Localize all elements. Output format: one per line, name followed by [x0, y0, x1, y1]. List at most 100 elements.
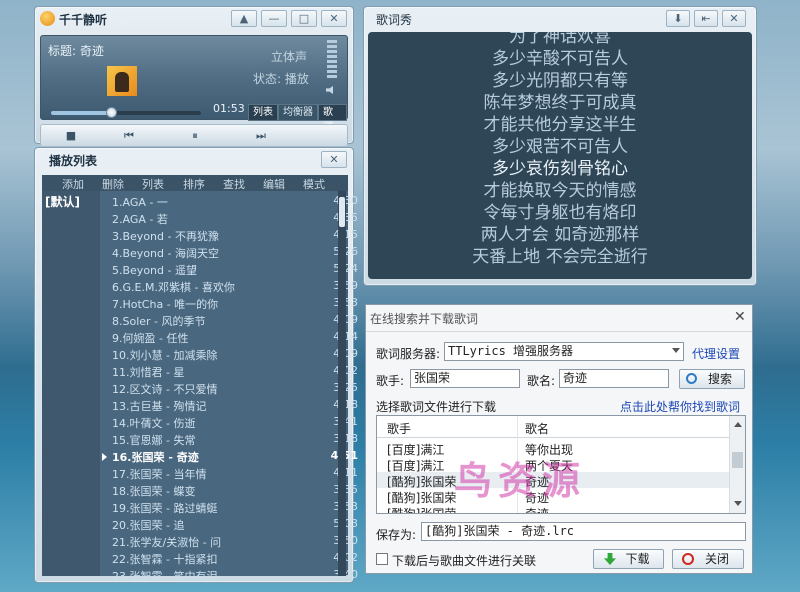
delete-button[interactable]: 删除	[102, 176, 124, 192]
mode-button[interactable]: 模式	[303, 176, 325, 192]
download-button[interactable]: 下载	[593, 549, 664, 569]
pause-button[interactable]: ⏸	[175, 128, 215, 143]
track-name: 7.HotCha - 唯一的你	[112, 298, 219, 311]
save-as-input[interactable]: [酷狗]张国荣 - 奇迹.lrc	[421, 522, 746, 541]
playlist-row[interactable]: 12.区文诗 - 不只爱情3:25	[104, 380, 358, 397]
lyrics-search-dialog: 在线搜索并下载歌词 ✕ 歌词服务器: TTLyrics 增强服务器 代理设置 歌…	[365, 304, 753, 574]
playlist-row[interactable]: 16.张国荣 - 奇迹4:51	[102, 448, 358, 465]
seek-bar-fill	[51, 111, 111, 115]
previous-button[interactable]: ⏮	[109, 128, 149, 143]
track-name: 20.张国荣 - 追	[112, 519, 185, 532]
playlist-row[interactable]: 21.张学友/关淑怡 - 问3:50	[104, 533, 358, 550]
close-button[interactable]: ✕	[321, 10, 347, 27]
find-button[interactable]: 查找	[223, 176, 245, 192]
tab-playlist[interactable]: 列表	[248, 104, 278, 121]
search-button-label: 搜索	[707, 372, 732, 386]
find-lyrics-link[interactable]: 点击此处帮你找到歌词	[620, 398, 740, 415]
maximize-button[interactable]: □	[291, 10, 317, 27]
search-button[interactable]: 搜索	[679, 369, 745, 389]
playlist-row[interactable]: 11.刘惜君 - 星4:02	[104, 363, 358, 380]
playlist-row[interactable]: 15.官恩娜 - 失常3:18	[104, 431, 358, 448]
results-scrollbar[interactable]	[729, 416, 745, 513]
lyrics-window: 歌词秀 ⬇ ⇤ ✕ 为了神话欢喜 多少辛酸不可告人 多少光阴都只有等 陈年梦想终于可成…	[363, 6, 757, 286]
track-name: 6.G.E.M.邓紫棋 - 喜欢你	[112, 281, 235, 294]
dialog-close-icon[interactable]: ✕	[734, 309, 746, 325]
server-select[interactable]: TTLyrics 增强服务器	[444, 342, 684, 361]
playlist-row[interactable]: 3.Beyond - 不再犹豫4:15	[104, 227, 358, 244]
album-art	[107, 66, 137, 96]
select-label: 选择歌词文件进行下载	[376, 400, 497, 414]
playlist-row[interactable]: 13.古巨基 - 殉情记4:18	[104, 397, 358, 414]
edit-button[interactable]: 编辑	[263, 176, 285, 192]
lyrics-download-button[interactable]: ⬇	[666, 10, 690, 27]
track-name: 13.古巨基 - 殉情记	[112, 400, 207, 413]
playlist-row[interactable]: 5.Beyond - 遥望5:24	[104, 261, 358, 278]
proxy-settings-link[interactable]: 代理设置	[692, 345, 740, 362]
track-name: 15.官恩娜 - 失常	[112, 434, 196, 447]
associate-label: 下载后与歌曲文件进行关联	[392, 554, 537, 568]
associate-checkbox[interactable]	[376, 553, 388, 565]
player-titlebar[interactable]: 千千静听 ▲ — □ ✕	[35, 7, 353, 31]
chevron-down-icon[interactable]	[672, 348, 680, 353]
playlist-row[interactable]: 4.Beyond - 海阔天空5:26	[104, 244, 358, 261]
track-name: 9.何婉盈 - 任性	[112, 332, 189, 345]
add-button[interactable]: 添加	[62, 176, 84, 192]
lyrics-dock-button[interactable]: ⇤	[694, 10, 718, 27]
col-header-artist[interactable]: 歌手	[387, 420, 411, 437]
dialog-title: 在线搜索并下载歌词	[370, 312, 479, 326]
list-button[interactable]: 列表	[142, 176, 164, 192]
dialog-divider	[366, 331, 752, 332]
watermark: 鸟资源	[454, 459, 587, 503]
playlist-scroll-thumb[interactable]	[339, 197, 345, 227]
playlist-row[interactable]: 6.G.E.M.邓紫棋 - 喜欢你3:59	[104, 278, 358, 295]
col-header-song[interactable]: 歌名	[525, 420, 549, 437]
volume-meter[interactable]	[327, 40, 337, 80]
sort-button[interactable]: 排序	[183, 176, 205, 192]
stop-button[interactable]: ■	[51, 128, 91, 143]
close-dialog-button[interactable]: 关闭	[672, 549, 744, 569]
playlist-row[interactable]: 20.张国荣 - 追5:03	[104, 516, 358, 533]
playlist-row[interactable]: 19.张国荣 - 路过蜻蜓3:53	[104, 499, 358, 516]
playlist-close-button[interactable]: ✕	[321, 151, 347, 168]
seek-bar[interactable]	[51, 107, 201, 118]
close-dialog-label: 关闭	[704, 552, 729, 566]
speaker-icon[interactable]	[326, 86, 333, 94]
playlist-toolbar: 添加 删除 列表 排序 查找 编辑 模式	[42, 175, 348, 191]
scroll-thumb[interactable]	[732, 452, 743, 468]
playlist-row[interactable]: 9.何婉盈 - 任性4:14	[104, 329, 358, 346]
playlist-row[interactable]: 8.Soler - 风的季节4:09	[104, 312, 358, 329]
minimize-button[interactable]: —	[261, 10, 287, 27]
song-input[interactable]: 奇迹	[559, 369, 669, 388]
lyrics-close-button[interactable]: ✕	[722, 10, 746, 27]
playback-controls: ■ ⏮ ⏸ ⏭	[40, 124, 348, 147]
playlist-row[interactable]: 10.刘小慧 - 加减乘除4:09	[104, 346, 358, 363]
playlist-row[interactable]: 2.AGA - 若4:35	[104, 210, 358, 227]
no-entry-icon	[682, 553, 694, 565]
playlist-row[interactable]: 7.HotCha - 唯一的你3:53	[104, 295, 358, 312]
playlist-row[interactable]: 22.张智霖 - 十指紧扣4:02	[104, 550, 358, 567]
minimode-button[interactable]: ▲	[231, 10, 257, 27]
playlist-titlebar[interactable]: 播放列表 ✕	[35, 148, 353, 172]
playlist-row[interactable]: 14.叶蒨文 - 伤逝3:41	[104, 414, 358, 431]
download-button-label: 下载	[625, 552, 650, 566]
lyric-line: 天番上地 不会完全逝行	[472, 247, 648, 267]
playlist-scrollbar[interactable]	[338, 191, 346, 576]
playlist-row[interactable]: 1.AGA - 一4:30	[104, 193, 358, 210]
track-name: 19.张国荣 - 路过蜻蜓	[112, 502, 218, 515]
lyrics-titlebar[interactable]: 歌词秀 ⬇ ⇤ ✕	[364, 7, 756, 31]
playlist-row[interactable]: 17.张国荣 - 当年情4:11	[104, 465, 358, 482]
tab-lyrics[interactable]: 歌词	[318, 104, 347, 133]
seek-bar-knob[interactable]	[106, 107, 117, 118]
list-default[interactable]: [默认]	[45, 193, 80, 210]
now-playing-icon	[102, 453, 107, 461]
next-button[interactable]: ⏭	[241, 128, 281, 143]
scroll-up-icon[interactable]	[734, 422, 742, 427]
track-name: 17.张国荣 - 当年情	[112, 468, 207, 481]
scroll-down-icon[interactable]	[734, 501, 742, 506]
artist-input[interactable]: 张国荣	[410, 369, 520, 388]
playlist-row[interactable]: 18.张国荣 - 蝶变3:35	[104, 482, 358, 499]
result-row[interactable]: [酷狗]张国荣 奇迹	[377, 504, 729, 513]
track-name: 8.Soler - 风的季节	[112, 315, 206, 328]
playlist-row[interactable]: 23.张智霖 - 笑中有泪3:40	[104, 567, 358, 584]
tab-equalizer[interactable]: 均衡器	[278, 104, 318, 121]
